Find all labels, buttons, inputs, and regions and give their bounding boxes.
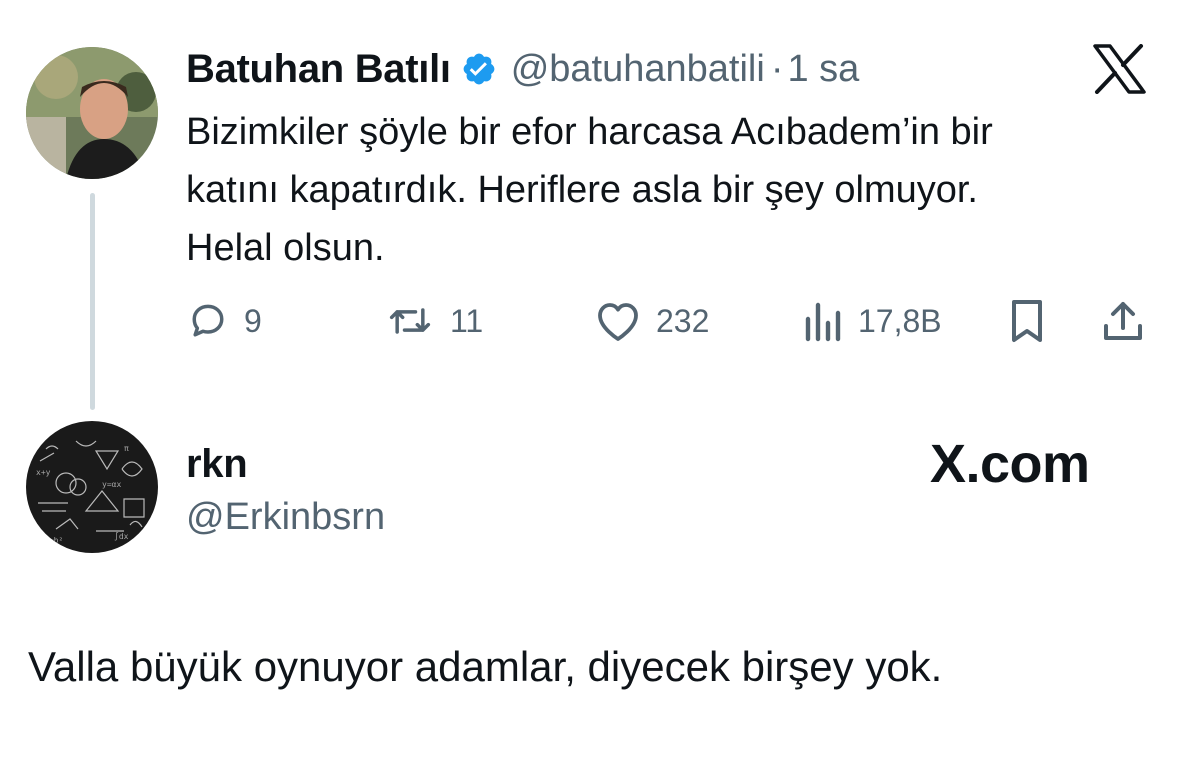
tweet-text-line: katını kapatırdık. Heriflere asla bir şe… (186, 169, 978, 211)
like-icon (594, 299, 642, 343)
views-action[interactable]: 17,8B (802, 298, 942, 344)
tweet-text-line: Helal olsun. (186, 227, 385, 269)
like-action[interactable]: 232 (594, 298, 709, 344)
tweet-time[interactable]: 1 sa (787, 48, 859, 91)
reply-count: 9 (244, 302, 262, 339)
tweet-header: Batuhan Batılı @batuhanbatili · 1 sa (186, 44, 859, 94)
share-icon[interactable] (1100, 298, 1146, 344)
svg-text:π: π (124, 444, 129, 453)
svg-text:y=αx: y=αx (102, 480, 121, 489)
retweet-count: 11 (450, 302, 484, 339)
reply-author-handle[interactable]: @Erkinbsrn (186, 494, 385, 540)
time-separator: · (770, 47, 784, 90)
reply-action[interactable]: 9 (186, 298, 262, 344)
author-handle[interactable]: @batuhanbatili (511, 48, 765, 91)
reply-text: Valla büyük oynuyor adamlar, diyecek bir… (28, 643, 943, 690)
retweet-icon (384, 299, 436, 343)
svg-text:x+y: x+y (36, 468, 51, 477)
svg-text:Δ=b²: Δ=b² (44, 536, 63, 545)
views-icon (802, 299, 842, 343)
xcom-watermark: X.com (930, 434, 1090, 494)
author-name[interactable]: Batuhan Batılı (186, 47, 451, 92)
thread-connector-line (90, 193, 95, 410)
x-logo-icon (1092, 44, 1146, 94)
retweet-action[interactable]: 11 (384, 298, 483, 344)
bookmark-icon[interactable] (1008, 298, 1046, 344)
svg-text:∫dx: ∫dx (114, 532, 129, 541)
views-count: 17,8B (858, 302, 942, 339)
verified-badge-icon (461, 51, 497, 87)
tweet-text: Bizimkiler şöyle bir efor harcasa Acıbad… (186, 103, 993, 277)
reply-icon (186, 299, 230, 343)
author-avatar[interactable] (26, 47, 158, 179)
tweet-text-line: Bizimkiler şöyle bir efor harcasa Acıbad… (186, 111, 993, 153)
reply-author-avatar[interactable]: x+y y=αx Δ=b² ∫dx π (26, 421, 158, 553)
like-count: 232 (656, 302, 710, 339)
reply-author-name[interactable]: rkn (186, 440, 248, 488)
